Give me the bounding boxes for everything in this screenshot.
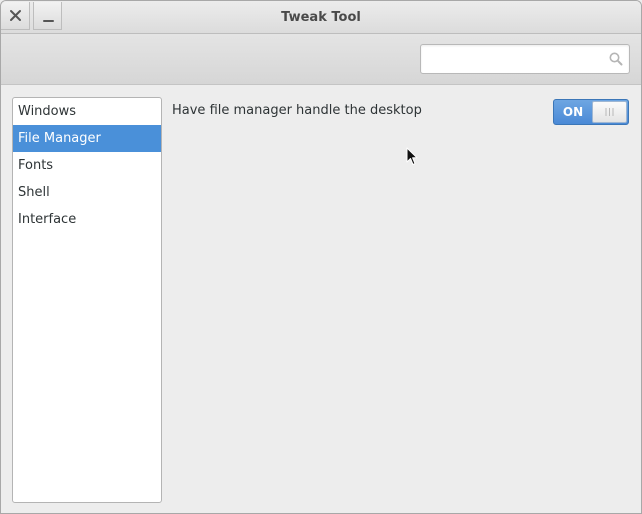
sidebar-item-interface[interactable]: Interface	[13, 206, 161, 233]
app-window: Tweak Tool Windows File Manager Fonts Sh…	[0, 0, 642, 514]
minimize-icon	[43, 20, 54, 22]
sidebar-item-label: Fonts	[18, 158, 54, 173]
sidebar-item-file-manager[interactable]: File Manager	[13, 125, 161, 152]
search-icon	[609, 52, 623, 66]
sidebar-item-windows[interactable]: Windows	[13, 98, 161, 125]
minimize-button[interactable]	[33, 2, 62, 30]
close-icon	[10, 10, 21, 21]
sidebar-item-label: Interface	[18, 212, 77, 227]
sidebar-item-label: Windows	[18, 104, 77, 119]
sidebar-item-fonts[interactable]: Fonts	[13, 152, 161, 179]
desktop-setting-label: Have file manager handle the desktop	[172, 103, 422, 118]
sidebar-item-shell[interactable]: Shell	[13, 179, 161, 206]
title-bar: Tweak Tool	[1, 1, 641, 34]
search-input[interactable]	[425, 49, 601, 69]
toolbar	[1, 34, 641, 85]
settings-panel: Have file manager handle the desktop ON	[172, 97, 632, 127]
grip-icon	[605, 108, 614, 116]
switch-state-label: ON	[562, 105, 584, 119]
search-box[interactable]	[420, 44, 630, 74]
switch-knob[interactable]	[592, 101, 627, 123]
desktop-toggle-switch[interactable]: ON	[553, 99, 629, 125]
window-title: Tweak Tool	[281, 10, 361, 25]
sidebar: Windows File Manager Fonts Shell Interfa…	[12, 97, 162, 503]
sidebar-item-label: File Manager	[18, 131, 101, 146]
close-button[interactable]	[1, 2, 30, 30]
sidebar-item-label: Shell	[18, 185, 50, 200]
